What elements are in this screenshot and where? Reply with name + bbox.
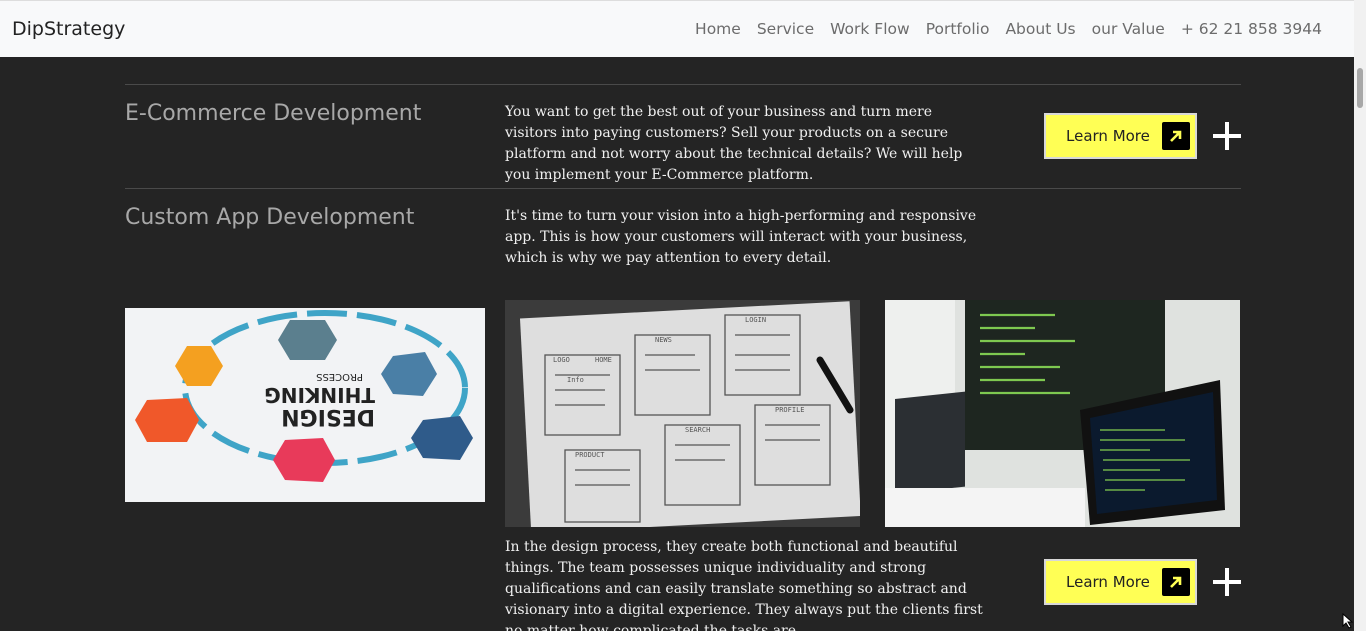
wire-label-logo: LOGO [553, 356, 570, 364]
navbar: DipStrategy Home Service Work Flow Portf… [0, 0, 1354, 57]
learn-more-label: Learn More [1066, 573, 1150, 591]
mouse-cursor-icon [1342, 612, 1356, 629]
brand-logo[interactable]: DipStrategy [12, 18, 125, 40]
learn-more-button-ecommerce[interactable]: Learn More [1044, 113, 1197, 159]
service-title-ecommerce: E-Commerce Development [125, 101, 422, 126]
nav-work-flow[interactable]: Work Flow [822, 20, 918, 38]
learn-more-label: Learn More [1066, 127, 1150, 145]
divider [125, 188, 1241, 189]
service-title-custom-app: Custom App Development [125, 205, 415, 230]
wire-label-search: SEARCH [685, 426, 710, 434]
wire-label-product: PRODUCT [575, 451, 605, 459]
design-process-desc: In the design process, they create both … [505, 539, 983, 631]
nav-phone[interactable]: + 62 21 858 3944 [1173, 20, 1330, 38]
wire-label-login: LOGIN [745, 316, 766, 324]
wireframe-sketch-image: LOGO HOME NEWS LOGIN SEARCH PROFILE PROD… [505, 300, 860, 527]
wire-label-info: Info [567, 376, 584, 384]
wire-label-home: HOME [595, 356, 612, 364]
nav-portfolio[interactable]: Portfolio [918, 20, 998, 38]
expand-plus-icon-design[interactable] [1212, 567, 1242, 597]
service-desc-ecommerce: You want to get the best out of your bus… [505, 104, 963, 183]
divider [125, 84, 1241, 85]
nav-links: Home Service Work Flow Portfolio About U… [687, 20, 1330, 38]
design-thinking-image: DESIGN THINKING PROCESS [125, 308, 485, 502]
image-text-process: PROCESS [316, 371, 363, 382]
wire-label-news: NEWS [655, 336, 672, 344]
nav-home[interactable]: Home [687, 20, 749, 38]
nav-service[interactable]: Service [749, 20, 822, 38]
arrow-up-right-icon [1162, 122, 1190, 150]
learn-more-button-design[interactable]: Learn More [1044, 559, 1197, 605]
scrollbar-thumb[interactable] [1357, 68, 1363, 108]
expand-plus-icon-ecommerce[interactable] [1212, 121, 1242, 151]
code-screens-image [885, 300, 1240, 527]
nav-our-value[interactable]: our Value [1084, 20, 1173, 38]
image-text-thinking: THINKING [264, 383, 375, 407]
wire-label-profile: PROFILE [775, 406, 805, 414]
nav-about-us[interactable]: About Us [997, 20, 1083, 38]
page-scrollbar[interactable] [1354, 0, 1366, 631]
arrow-up-right-icon [1162, 568, 1190, 596]
service-desc-custom-app: It's time to turn your vision into a hig… [505, 208, 977, 266]
